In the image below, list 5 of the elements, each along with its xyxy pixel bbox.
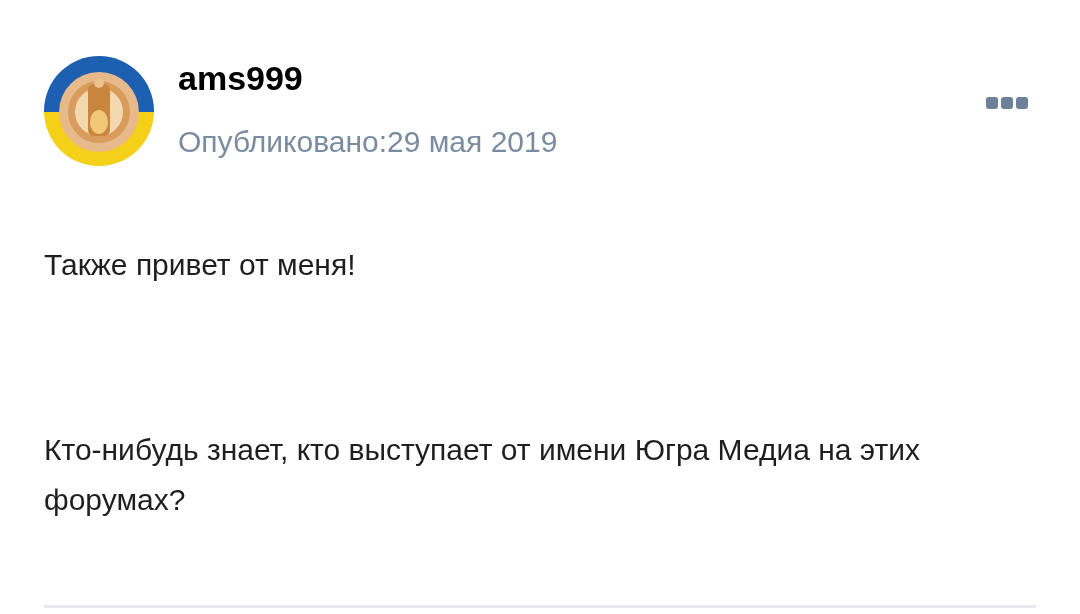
post-paragraph: Также привет от меня! [44,247,357,283]
post-paragraph: Кто-нибудь знает, кто выступает от имени Югра Медиа на этих форумах? [44,432,921,518]
post-date: Опубликовано:29 мая 2019 [178,125,559,159]
username[interactable]: ams999 [178,60,982,98]
more-icon [986,96,1030,110]
